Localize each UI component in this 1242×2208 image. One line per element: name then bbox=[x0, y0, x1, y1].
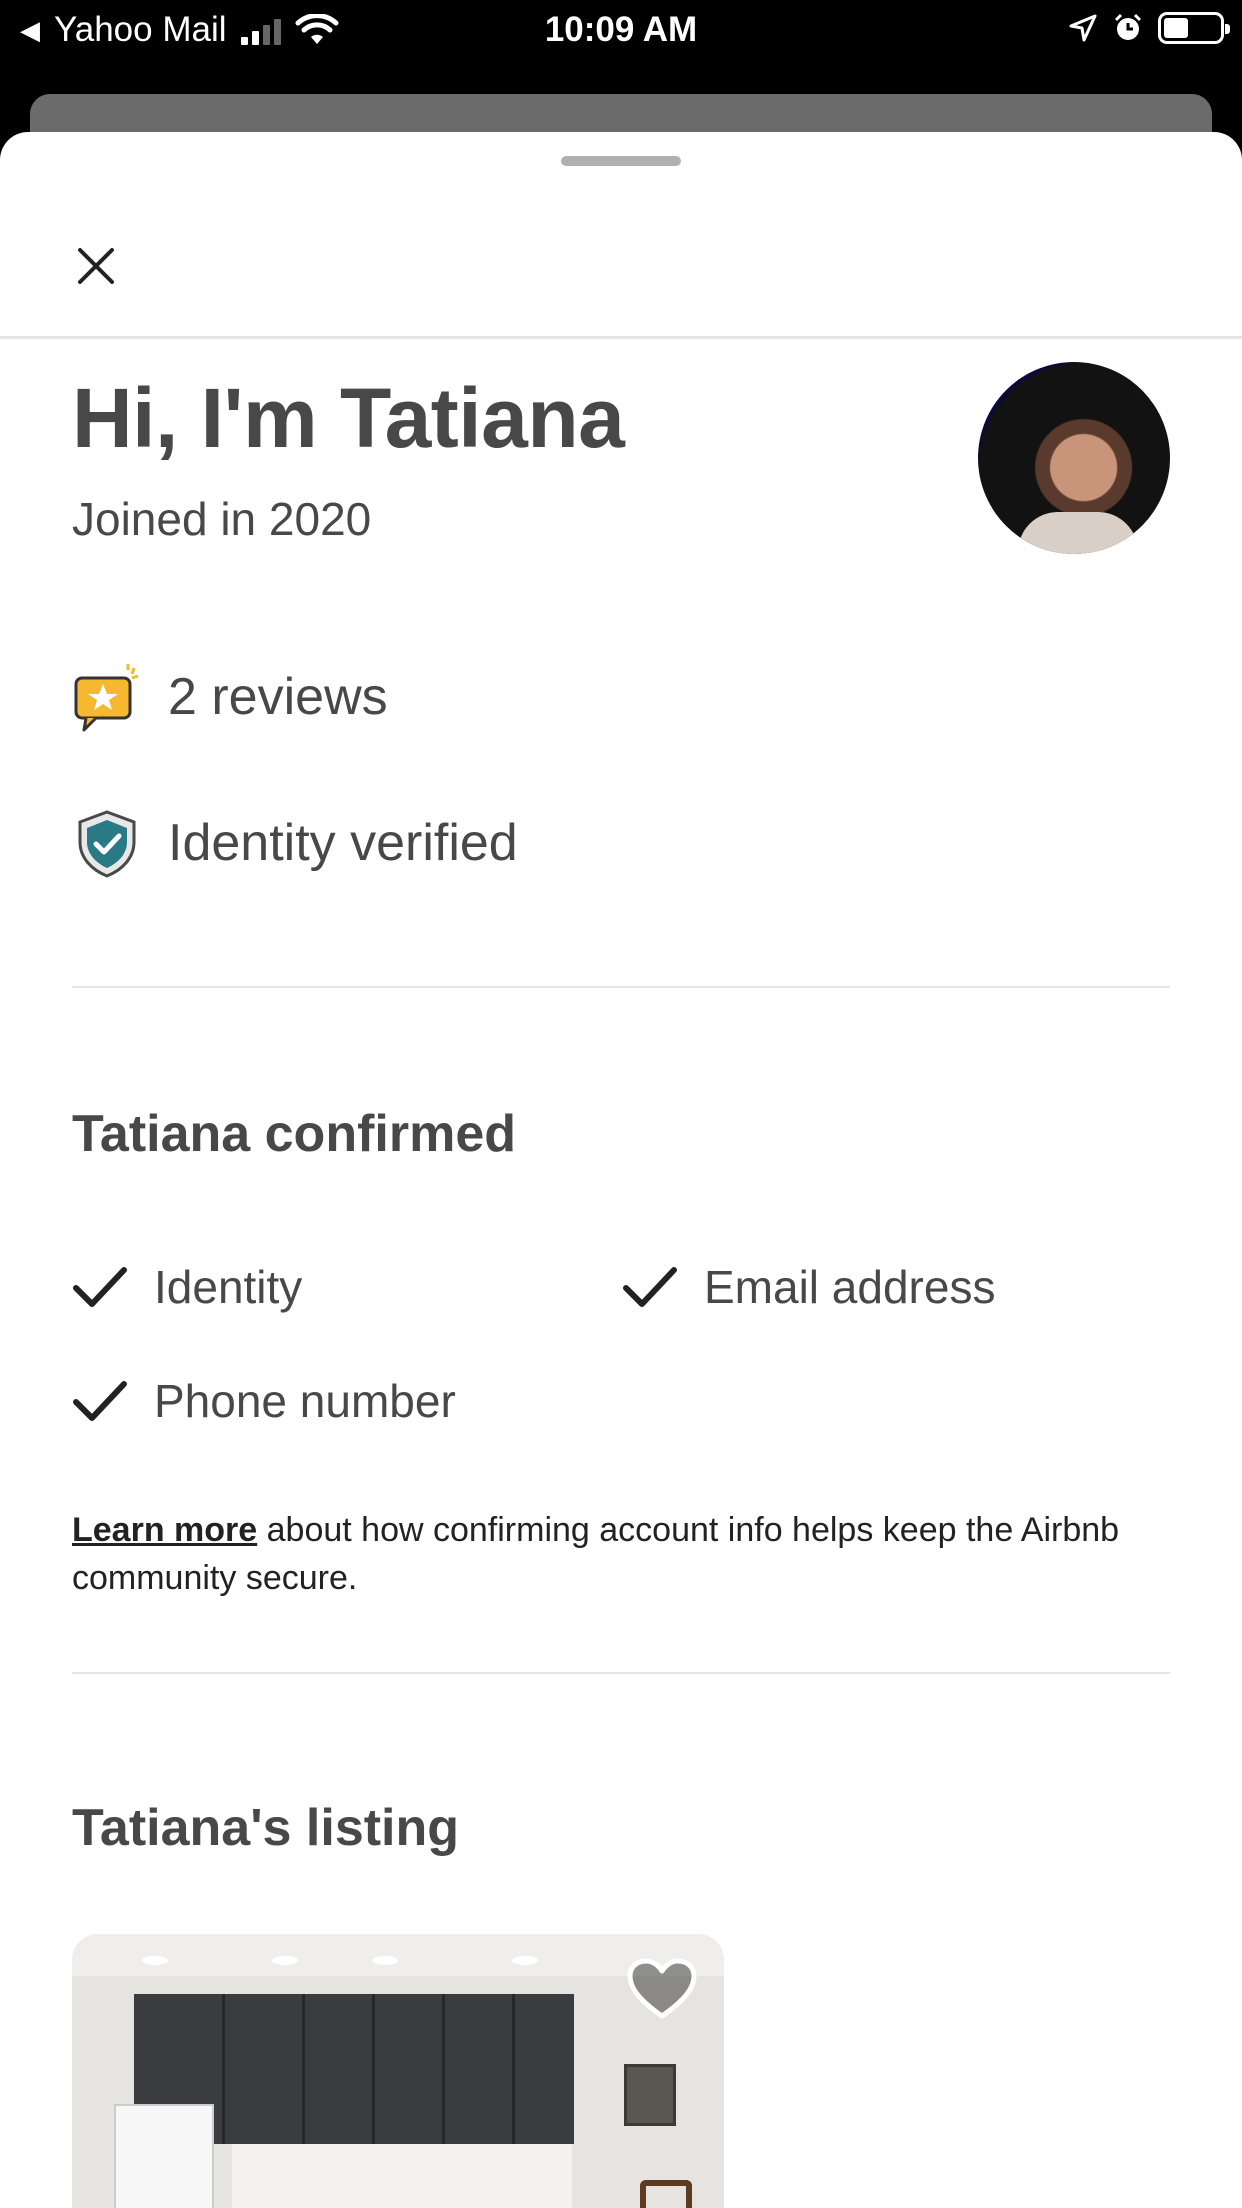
alarm-icon bbox=[1114, 13, 1142, 40]
confirmed-item-label: Identity bbox=[154, 1261, 303, 1313]
location-arrow-icon bbox=[1069, 14, 1097, 42]
confirmed-item-label: Phone number bbox=[154, 1375, 456, 1427]
confirmation-info-text: Learn more about how confirming account … bbox=[72, 1506, 1172, 1602]
heart-icon[interactable] bbox=[626, 1958, 698, 2022]
avatar bbox=[978, 362, 1170, 554]
clock: 10:09 AM bbox=[544, 10, 698, 49]
reviews-count: 2 reviews bbox=[168, 668, 388, 726]
profile-sheet: Hi, I'm Tatiana Joined in 2020 2 reviews… bbox=[0, 132, 1242, 2208]
checkmark-icon bbox=[73, 1267, 127, 1307]
review-star-icon bbox=[74, 664, 139, 732]
battery-icon bbox=[1158, 12, 1230, 44]
section-divider bbox=[72, 986, 1170, 988]
listing-title: Tatiana's listing bbox=[72, 1799, 460, 1857]
identity-verified-row: Identity verified bbox=[72, 808, 518, 878]
confirmed-item-identity: Identity bbox=[72, 1260, 302, 1314]
header-divider bbox=[0, 336, 1242, 339]
sheet-grabber[interactable] bbox=[561, 156, 681, 166]
reviews-row[interactable]: 2 reviews bbox=[72, 662, 388, 732]
confirmed-item-phone: Phone number bbox=[72, 1374, 456, 1428]
identity-verified-label: Identity verified bbox=[168, 814, 518, 872]
shield-check-icon bbox=[78, 810, 136, 878]
joined-date: Joined in 2020 bbox=[72, 493, 372, 545]
learn-more-link[interactable]: Learn more bbox=[72, 1511, 257, 1549]
confirmed-title: Tatiana confirmed bbox=[72, 1105, 517, 1163]
confirmed-item-email: Email address bbox=[622, 1260, 995, 1314]
confirmed-item-label: Email address bbox=[704, 1261, 996, 1313]
listing-card[interactable] bbox=[72, 1934, 724, 2208]
checkmark-icon bbox=[73, 1381, 127, 1421]
close-icon[interactable] bbox=[72, 242, 120, 290]
status-bar: ◀ Yahoo Mail 10:09 AM bbox=[0, 0, 1242, 64]
profile-title: Hi, I'm Tatiana bbox=[72, 371, 625, 465]
section-divider bbox=[72, 1672, 1170, 1674]
checkmark-icon bbox=[623, 1267, 677, 1307]
